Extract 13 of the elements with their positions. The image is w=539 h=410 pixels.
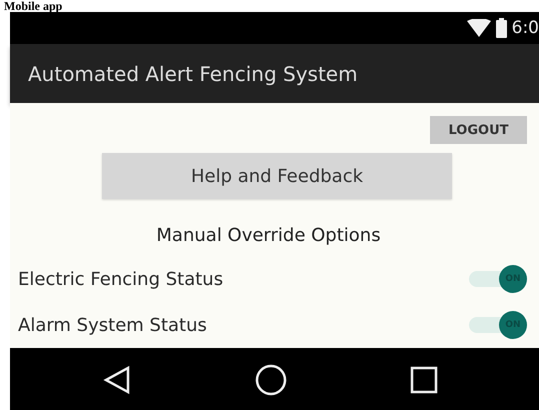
- recents-icon[interactable]: [410, 366, 438, 394]
- help-button[interactable]: Help and Feedback: [102, 153, 452, 199]
- battery-icon: [496, 18, 507, 38]
- status-time: 6:0: [512, 18, 539, 38]
- section-title: Manual Override Options: [155, 225, 382, 246]
- wifi-icon: [466, 19, 491, 37]
- logout-button[interactable]: LOGOUT: [430, 116, 527, 144]
- app-title: Automated Alert Fencing System: [28, 62, 358, 86]
- setting-label: Electric Fencing Status: [18, 268, 224, 290]
- home-icon[interactable]: [254, 364, 286, 396]
- setting-label: Alarm System Status: [18, 314, 207, 336]
- back-icon[interactable]: [102, 365, 132, 395]
- caption-text: Mobile app: [4, 0, 62, 12]
